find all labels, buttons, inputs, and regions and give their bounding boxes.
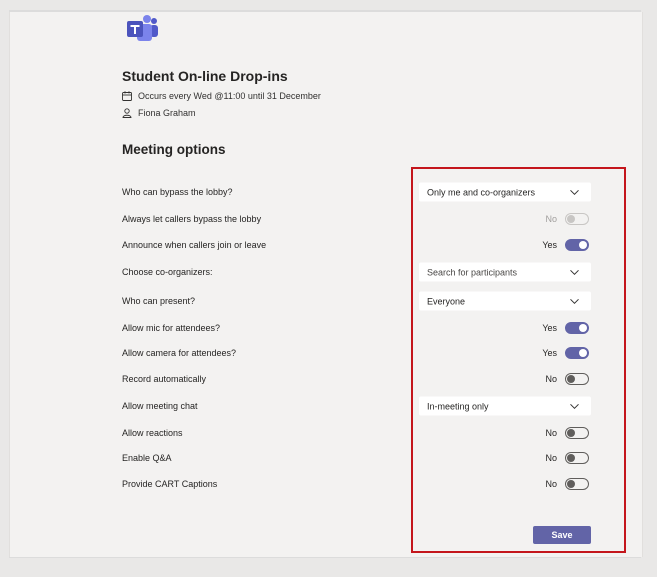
bypass-lobby-dropdown[interactable]: Only me and co-organizers <box>419 182 591 202</box>
enable-qa-control: No <box>545 452 589 464</box>
cart-captions-control: No <box>545 478 589 490</box>
meeting-title: Student On-line Drop-ins <box>122 68 288 84</box>
record-auto-state: No <box>545 374 557 384</box>
allow-mic-state: Yes <box>542 323 557 333</box>
co-organizers-placeholder: Search for participants <box>427 267 518 277</box>
enable-qa-state: No <box>545 453 557 463</box>
allow-camera-toggle[interactable] <box>565 347 589 359</box>
allow-camera-label: Allow camera for attendees? <box>122 348 237 358</box>
record-auto-control: No <box>545 373 589 385</box>
chevron-down-icon <box>570 269 579 275</box>
allow-reactions-toggle[interactable] <box>565 427 589 439</box>
enable-qa-toggle[interactable] <box>565 452 589 464</box>
allow-reactions-label: Allow reactions <box>122 428 183 438</box>
callers-bypass-toggle <box>565 213 589 225</box>
announce-callers-label: Announce when callers join or leave <box>122 240 267 250</box>
organizer-name: Fiona Graham <box>138 108 196 118</box>
who-present-dropdown[interactable]: Everyone <box>419 291 591 311</box>
cart-captions-toggle[interactable] <box>565 478 589 490</box>
cart-captions-label: Provide CART Captions <box>122 479 218 489</box>
announce-callers-state: Yes <box>542 240 557 250</box>
callers-bypass-label: Always let callers bypass the lobby <box>122 214 262 224</box>
meeting-options-panel <box>9 12 643 557</box>
enable-qa-label: Enable Q&A <box>122 453 172 463</box>
who-present-value: Everyone <box>427 296 466 306</box>
person-icon <box>122 108 132 118</box>
callers-bypass-state: No <box>545 214 557 224</box>
allow-reactions-state: No <box>545 428 557 438</box>
teams-logo-icon <box>127 15 158 41</box>
record-auto-toggle[interactable] <box>565 373 589 385</box>
allow-mic-toggle[interactable] <box>565 322 589 334</box>
meeting-chat-label: Allow meeting chat <box>122 401 198 411</box>
record-auto-label: Record automatically <box>122 374 207 384</box>
organizer-row: Fiona Graham <box>122 108 196 118</box>
bypass-lobby-label: Who can bypass the lobby? <box>122 187 233 197</box>
announce-callers-toggle[interactable] <box>565 239 589 251</box>
bottom-divider <box>9 557 641 558</box>
meeting-chat-dropdown[interactable]: In-meeting only <box>419 396 591 416</box>
bypass-lobby-value: Only me and co-organizers <box>427 187 536 197</box>
cart-captions-state: No <box>545 479 557 489</box>
section-title: Meeting options <box>122 142 226 157</box>
who-present-label: Who can present? <box>122 296 196 306</box>
allow-reactions-control: No <box>545 427 589 439</box>
allow-camera-state: Yes <box>542 348 557 358</box>
allow-camera-control: Yes <box>542 347 589 359</box>
save-button[interactable]: Save <box>533 526 591 544</box>
recurrence-row: Occurs every Wed @11:00 until 31 Decembe… <box>122 91 321 101</box>
allow-mic-control: Yes <box>542 322 589 334</box>
co-organizers-label: Choose co-organizers: <box>122 267 213 277</box>
announce-callers-control: Yes <box>542 239 589 251</box>
chevron-down-icon <box>570 189 579 195</box>
chevron-down-icon <box>570 403 579 409</box>
co-organizers-search[interactable]: Search for participants <box>419 262 591 282</box>
callers-bypass-control: No <box>545 213 589 225</box>
recurrence-text: Occurs every Wed @11:00 until 31 Decembe… <box>138 91 321 101</box>
calendar-icon <box>122 91 132 101</box>
allow-mic-label: Allow mic for attendees? <box>122 323 221 333</box>
meeting-chat-value: In-meeting only <box>427 401 489 411</box>
chevron-down-icon <box>570 298 579 304</box>
